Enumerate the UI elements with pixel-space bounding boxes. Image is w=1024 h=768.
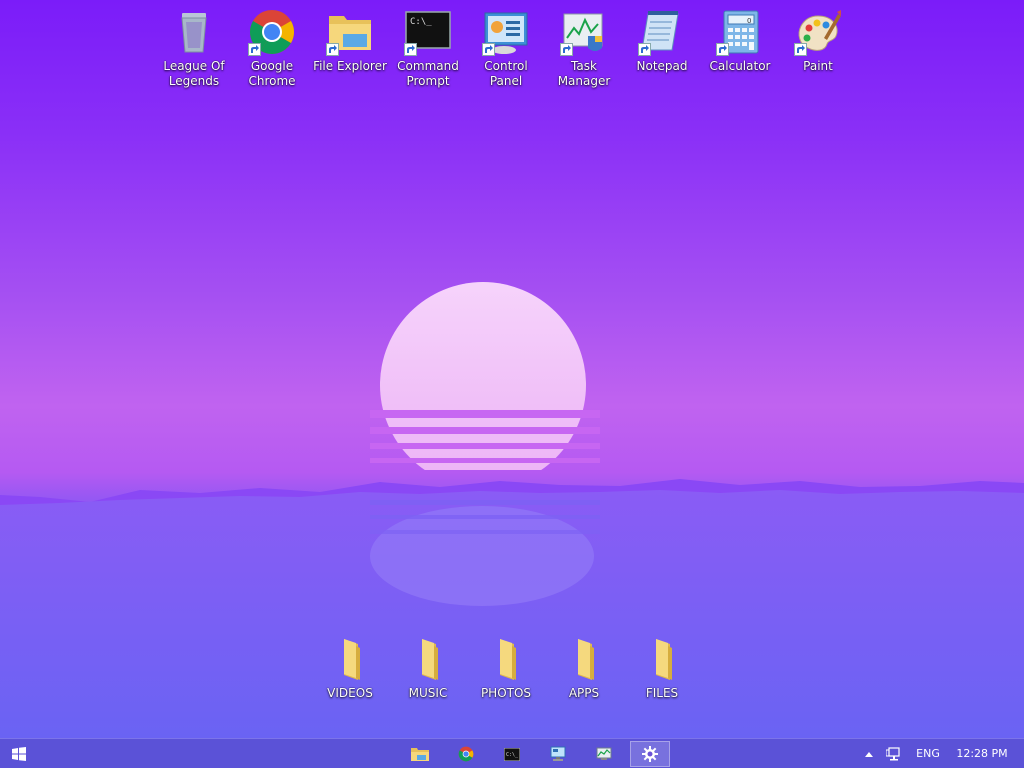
- file-explorer-icon: [326, 8, 374, 56]
- task-manager-icon: [560, 8, 608, 56]
- taskbar-command-prompt[interactable]: C:\_: [493, 741, 531, 767]
- icon-label: Calculator: [709, 59, 771, 73]
- icon-label: League Of Legends: [163, 59, 225, 88]
- sun: [370, 282, 600, 470]
- desktop-icon-notepad[interactable]: Notepad: [623, 8, 701, 74]
- taskbar-settings[interactable]: [630, 741, 670, 767]
- performance-monitor-icon: [596, 747, 612, 760]
- calculator-icon: 0: [716, 8, 764, 56]
- clock-time: 12:28 PM: [956, 747, 1008, 760]
- language-label: ENG: [916, 747, 940, 760]
- desktop-icon-paint[interactable]: Paint: [779, 8, 857, 74]
- taskbar: C:\_ ENG 12:28 PM: [0, 738, 1024, 768]
- folder-files[interactable]: FILES: [623, 634, 701, 701]
- desktop-icon-file-explorer[interactable]: File Explorer: [311, 8, 389, 74]
- shortcut-arrow-icon: [326, 43, 339, 56]
- start-button[interactable]: [0, 739, 38, 768]
- folder-label: FILES: [645, 686, 679, 700]
- desktop[interactable]: League Of Legends Google Chrome File Exp…: [0, 0, 1024, 738]
- desktop-icon-command-prompt[interactable]: C:\_ Command Prompt: [389, 8, 467, 89]
- folder-music[interactable]: MUSIC: [389, 634, 467, 701]
- icon-label: Task Manager: [557, 59, 611, 88]
- desktop-icon-calculator[interactable]: 0 Calculator: [701, 8, 779, 74]
- taskbar-remote-desktop[interactable]: [539, 741, 577, 767]
- taskbar-performance-monitor[interactable]: [585, 741, 623, 767]
- folder-icon: [638, 634, 686, 682]
- shortcut-arrow-icon: [638, 43, 651, 56]
- folder-icon: [560, 634, 608, 682]
- shortcut-arrow-icon: [248, 43, 261, 56]
- shortcut-arrow-icon: [716, 43, 729, 56]
- icon-label: File Explorer: [313, 59, 387, 73]
- remote-desktop-icon: [550, 746, 566, 761]
- chrome-icon: [458, 746, 474, 762]
- command-prompt-icon: C:\_: [404, 8, 452, 56]
- folder-apps[interactable]: APPS: [545, 634, 623, 701]
- network-status-button[interactable]: [884, 739, 904, 768]
- folder-label: APPS: [568, 686, 600, 700]
- folder-label: VIDEOS: [327, 686, 373, 700]
- network-icon: [886, 746, 900, 760]
- folder-icon: [482, 634, 530, 682]
- icon-label: Control Panel: [484, 59, 528, 88]
- desktop-icon-task-manager[interactable]: Task Manager: [545, 8, 623, 89]
- desktop-icon-league-of-legends[interactable]: League Of Legends: [155, 8, 233, 89]
- language-indicator[interactable]: ENG: [912, 739, 944, 768]
- desktop-icon-control-panel[interactable]: Control Panel: [467, 8, 545, 89]
- folder-videos[interactable]: VIDEOS: [311, 634, 389, 701]
- file-explorer-icon: [411, 748, 429, 761]
- command-prompt-icon: C:\_: [504, 747, 520, 761]
- icon-label: Google Chrome: [248, 59, 296, 88]
- svg-text:C:\_: C:\_: [506, 752, 519, 758]
- wallpaper: [0, 282, 1024, 738]
- icon-label: Command Prompt: [397, 59, 459, 88]
- desktop-icon-google-chrome[interactable]: Google Chrome: [233, 8, 311, 89]
- shortcut-arrow-icon: [560, 43, 573, 56]
- windows-logo-icon: [12, 746, 26, 761]
- clock[interactable]: 12:28 PM: [950, 739, 1014, 768]
- control-panel-icon: [482, 8, 530, 56]
- recycle-bin-icon: [170, 8, 218, 56]
- folder-photos[interactable]: PHOTOS: [467, 634, 545, 701]
- shortcut-arrow-icon: [404, 43, 417, 56]
- folder-label: PHOTOS: [480, 686, 532, 700]
- taskbar-chrome[interactable]: [447, 741, 485, 767]
- taskbar-file-explorer[interactable]: [401, 741, 439, 767]
- folder-label: MUSIC: [408, 686, 448, 700]
- chrome-icon: [248, 8, 296, 56]
- notepad-icon: [638, 8, 686, 56]
- svg-text:C:\_: C:\_: [410, 17, 432, 27]
- icon-label: Paint: [803, 59, 833, 73]
- icon-label: Notepad: [636, 59, 688, 73]
- shortcut-arrow-icon: [794, 43, 807, 56]
- paint-icon: [794, 8, 842, 56]
- svg-text:0: 0: [747, 17, 751, 25]
- folder-icon: [404, 634, 452, 682]
- folder-icon: [326, 634, 374, 682]
- chevron-up-icon: [865, 751, 873, 757]
- settings-gear-icon: [642, 746, 658, 762]
- show-hidden-icons-button[interactable]: [862, 739, 876, 768]
- shortcut-arrow-icon: [482, 43, 495, 56]
